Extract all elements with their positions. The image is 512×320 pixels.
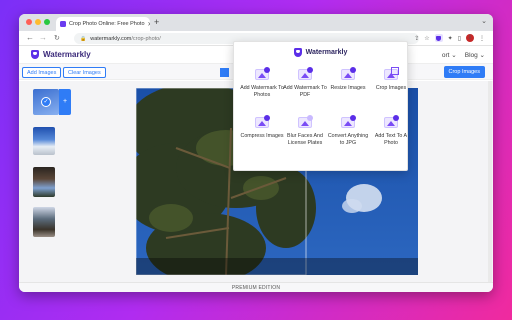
tab-list-chevron-icon[interactable]: ⌄ [481,17,487,25]
compress-icon [255,115,270,128]
reload-icon[interactable]: ↻ [54,34,60,42]
browser-window: Crop Photo Online: Free Photo ✕ + ⌄ ← → … [19,14,493,292]
crop-images-button[interactable]: Crop Images [443,66,485,78]
premium-edition-footer: PREMIUM EDITION [19,282,493,292]
watermarkly-favicon-icon [60,21,66,27]
aspect-ratio-toggle[interactable] [220,68,229,77]
back-icon[interactable]: ← [26,33,34,42]
popup-item-resize-images[interactable]: Resize Images [326,67,370,92]
thumbnail-1[interactable]: ✓ [33,89,59,115]
thumbnail-delete-icon[interactable]: + [59,89,71,115]
close-window-icon[interactable] [26,19,32,25]
extension-icons: ⇪ ☆ ✦ ▯ I ⋮ [414,34,485,42]
thumbnail-2[interactable] [33,127,55,155]
nav-item-support[interactable]: ort ⌄ [442,51,457,59]
add-images-button[interactable]: Add Images [22,67,62,78]
popup-item-label: Add Text To A Photo [374,133,408,146]
popup-item-label: Compress Images [240,133,284,139]
popup-item-label: Crop Images [375,85,407,91]
popup-item-label: Blur Faces And License Plates [287,133,323,146]
brand-name: Watermarkly [43,50,91,59]
popup-header: Watermarkly [234,48,407,57]
url-path: /crop-photo/ [131,35,161,42]
bookmark-star-icon[interactable]: ☆ [424,35,429,42]
popup-item-label: Resize Images [330,85,366,91]
thumbnail-3[interactable] [33,167,55,197]
tab-crop-photo[interactable]: Crop Photo Online: Free Photo ✕ [56,17,150,31]
selected-check-icon: ✓ [41,97,51,107]
popup-title: Watermarkly [305,49,348,56]
new-tab-button[interactable]: + [154,17,159,27]
tab-close-icon[interactable]: ✕ [148,21,150,28]
site-logo[interactable]: Watermarkly [31,50,91,59]
crop-icon [384,67,399,80]
minimize-window-icon[interactable] [35,19,41,25]
sidebar-icon[interactable]: ▯ [458,35,461,42]
popup-item-watermark-pdf[interactable]: Add Watermark To PDF [283,67,327,98]
popup-item-add-text[interactable]: Add Text To A Photo [369,115,413,146]
popup-item-label: Add Watermark To Photos [240,85,284,98]
extensions-puzzle-icon[interactable]: ✦ [448,35,453,42]
tab-title: Crop Photo Online: Free Photo [69,21,145,27]
site-nav: ort ⌄ Blog ⌄ [442,51,485,59]
extension-popup: Watermarkly Add Watermark To Photos Add … [233,41,408,171]
popup-item-compress-images[interactable]: Compress Images [240,115,284,140]
url-domain: watermarkly.com [90,35,132,42]
blur-faces-icon [298,115,313,128]
maximize-window-icon[interactable] [44,19,50,25]
watermarkly-logo-icon [293,48,302,57]
profile-avatar[interactable]: I [466,34,474,42]
tab-bar: Crop Photo Online: Free Photo ✕ + ⌄ [19,14,493,31]
convert-jpg-icon [341,115,356,128]
page-scrollbar[interactable] [488,81,492,282]
share-icon[interactable]: ⇪ [414,35,419,42]
watermarkly-logo-icon [31,50,39,59]
popup-item-label: Convert Anything to JPG [327,133,369,146]
forward-icon[interactable]: → [39,33,47,42]
thumbnail-4[interactable] [33,207,55,237]
thumbnail-strip: ✓ + [19,81,79,282]
popup-item-label: Add Watermark To PDF [283,85,327,98]
url-text: watermarkly.com/crop-photo/ [90,36,161,42]
clear-images-button[interactable]: Clear Images [63,67,106,78]
popup-item-crop-images[interactable]: Crop Images [369,67,413,92]
nav-item-blog[interactable]: Blog ⌄ [465,51,485,59]
menu-kebab-icon[interactable]: ⋮ [479,35,485,42]
lock-icon: 🔒 [80,35,87,42]
popup-item-blur-faces[interactable]: Blur Faces And License Plates [283,115,327,146]
resize-icon [341,67,356,80]
watermark-photos-icon [255,67,270,80]
watermark-pdf-icon [298,67,313,80]
add-text-icon [384,115,399,128]
watermarkly-extension-icon[interactable] [434,34,443,42]
popup-item-convert-jpg[interactable]: Convert Anything to JPG [326,115,370,146]
popup-item-watermark-photos[interactable]: Add Watermark To Photos [240,67,284,98]
